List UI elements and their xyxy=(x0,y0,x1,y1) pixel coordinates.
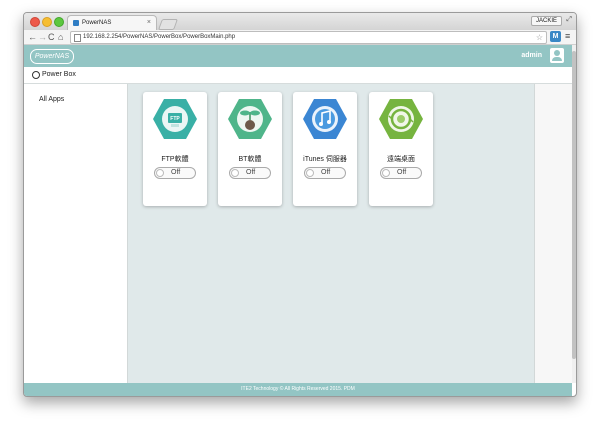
app-card-bt[interactable]: BT軟體 Off xyxy=(218,92,282,206)
extension-icon[interactable]: M xyxy=(550,31,561,42)
app-toggle[interactable]: Off xyxy=(154,167,196,179)
profile-badge[interactable]: JACKIE xyxy=(530,16,562,26)
home-icon[interactable]: ⌂ xyxy=(58,31,63,43)
app-name: iTunes 伺服器 xyxy=(303,156,347,163)
app-toggle[interactable]: Off xyxy=(304,167,346,179)
right-pane xyxy=(534,84,573,383)
page-header: Power Box xyxy=(24,67,572,84)
menu-icon[interactable]: ≡ xyxy=(565,30,570,43)
page-icon xyxy=(74,34,81,42)
app-card-itunes[interactable]: iTunes 伺服器 Off xyxy=(293,92,357,206)
new-tab-button[interactable] xyxy=(157,19,179,30)
ftp-icon: FTP xyxy=(153,99,197,139)
app-toggle[interactable]: Off xyxy=(380,167,422,179)
forward-icon[interactable]: → xyxy=(38,31,47,43)
apps-panel: FTP FTP軟體 Off BT軟體 Off iTunes 伺服器 Off 遠端… xyxy=(128,84,534,383)
maximize-window-icon[interactable] xyxy=(54,17,64,27)
powernas-logo[interactable]: PowerNAS xyxy=(30,49,74,64)
address-bar[interactable]: 192.168.2.254/PowerNAS/PowerBox/PowerBox… xyxy=(70,31,547,44)
bookmark-star-icon[interactable]: ☆ xyxy=(536,32,543,43)
power-box-icon xyxy=(32,71,40,79)
user-avatar-icon[interactable] xyxy=(550,48,564,63)
scrollbar-thumb[interactable] xyxy=(572,51,576,359)
reload-icon[interactable]: C xyxy=(48,31,55,43)
toggle-state: Off xyxy=(171,169,181,176)
footer: ITE2 Technology © All Rights Reserved 20… xyxy=(24,383,572,396)
fullscreen-icon[interactable]: ⤢ xyxy=(566,16,572,24)
app-name: BT軟體 xyxy=(238,156,262,163)
app-name: 遠端桌面 xyxy=(387,156,415,163)
username[interactable]: admin xyxy=(521,52,542,59)
back-icon[interactable]: ← xyxy=(28,31,37,43)
toggle-state: Off xyxy=(397,169,407,176)
tab-strip: PowerNAS × JACKIE ⤢ xyxy=(24,13,576,31)
tab-close-icon[interactable]: × xyxy=(147,19,151,26)
app-card-remote-desktop[interactable]: 遠端桌面 Off xyxy=(369,92,433,206)
tab-title: PowerNAS xyxy=(82,20,112,26)
svg-text:FTP: FTP xyxy=(170,116,180,122)
browser-tab[interactable]: PowerNAS × xyxy=(67,15,157,31)
itunes-icon xyxy=(303,99,347,139)
browser-window: PowerNAS × JACKIE ⤢ ← → C ⌂ 192.168.2.25… xyxy=(23,12,577,397)
browser-toolbar: ← → C ⌂ 192.168.2.254/PowerNAS/PowerBox/… xyxy=(24,30,576,45)
url-text: 192.168.2.254/PowerNAS/PowerBox/PowerBox… xyxy=(83,34,236,40)
app-header: PowerNAS admin xyxy=(24,45,572,67)
toggle-state: Off xyxy=(321,169,331,176)
toggle-state: Off xyxy=(246,169,256,176)
scrollbar[interactable] xyxy=(572,45,576,383)
close-window-icon[interactable] xyxy=(30,17,40,27)
sidebar: All Apps xyxy=(24,84,128,383)
bt-sprout-icon xyxy=(228,99,272,139)
page-title: Power Box xyxy=(42,71,76,78)
app-name: FTP軟體 xyxy=(161,156,189,163)
minimize-window-icon[interactable] xyxy=(42,17,52,27)
remote-desktop-icon xyxy=(379,99,423,139)
app-toggle[interactable]: Off xyxy=(229,167,271,179)
app-card-ftp[interactable]: FTP FTP軟體 Off xyxy=(143,92,207,206)
sidebar-item-all-apps[interactable]: All Apps xyxy=(39,96,64,103)
favicon-icon xyxy=(73,20,79,26)
